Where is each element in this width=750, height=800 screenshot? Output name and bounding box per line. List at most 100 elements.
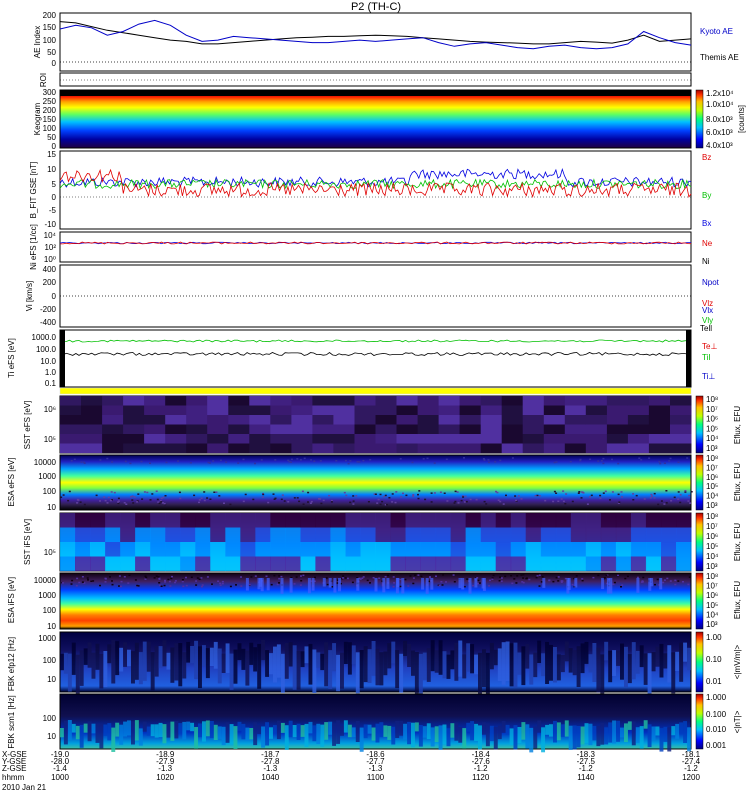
fbke-cb-label: <|mV/m|> bbox=[733, 644, 742, 679]
legend-tiperp: Ti⊥ bbox=[702, 372, 715, 381]
sste-ytick-0: 10⁶ bbox=[44, 405, 56, 414]
keo-cb-tick-2: 8.0x10³ bbox=[706, 115, 733, 124]
eflux-colorbars: 10⁸10⁷10⁶10⁵10⁴10³10⁸10⁷10⁶10⁵10⁴10³10⁸1… bbox=[695, 395, 742, 630]
fbkb-cb-0: 1.000 bbox=[706, 693, 727, 702]
eflux-tick-0-3: 10⁵ bbox=[706, 424, 718, 433]
ti-ytick-1: 100.0 bbox=[36, 345, 57, 354]
keo-cb-tick-4: 4.0x10³ bbox=[706, 141, 733, 150]
footer-date: 2010 Jan 21 bbox=[2, 783, 47, 792]
esai-ytick-1: 1000 bbox=[38, 591, 56, 600]
keo-cb-label: [counts] bbox=[737, 105, 746, 133]
roi-ylabel: ROI bbox=[39, 73, 48, 87]
fbke-ytick-0: 1000 bbox=[38, 634, 56, 643]
ae-ytick-150: 150 bbox=[43, 23, 57, 32]
esai-ytick-3: 10 bbox=[47, 622, 56, 631]
panel-bfield: 15 10 5 0 -5 -10 B_FIT GSE [nT] Bz By Bx bbox=[29, 150, 711, 230]
panel-fbk-efp12: 1000 100 10 FBK efp12 [Hz] 1.00 0.10 0.0… bbox=[7, 631, 742, 699]
panel-esa-efs: 10000 1000 100 10 ESA eFS [eV] bbox=[7, 454, 693, 512]
esae-ytick-3: 10 bbox=[47, 503, 56, 512]
eflux-tick-3-5: 10³ bbox=[706, 620, 718, 629]
eflux-tick-0-4: 10⁴ bbox=[706, 434, 719, 443]
panel-fbk-scm1: 100 10 FBK scm1 [Hz] 1.000 0.100 0.010 0… bbox=[7, 693, 742, 753]
ssti-ylabel: SST iFS [eV] bbox=[23, 519, 32, 565]
eflux-tick-1-2: 10⁶ bbox=[706, 473, 718, 482]
ae-ytick-200: 200 bbox=[43, 11, 57, 20]
keo-cb-tick-0: 1.2x10⁴ bbox=[706, 89, 734, 98]
fbkb-ytick-1: 10 bbox=[47, 732, 56, 741]
b-ytick-15: 15 bbox=[47, 150, 56, 159]
figure: P2 (TH-C) 200 150 100 50 0 AE Index Kyot… bbox=[2, 1, 746, 792]
footer-row-z: Z-GSE bbox=[2, 764, 26, 773]
footer-z-5: -1.2 bbox=[579, 764, 593, 773]
eflux-tick-1-3: 10⁵ bbox=[706, 482, 718, 491]
footer-t-2: 1040 bbox=[261, 773, 279, 782]
fbke-ytick-1: 100 bbox=[43, 656, 57, 665]
footer: X-GSE Y-GSE Z-GSE hhmm 2010 Jan 21 -19.0… bbox=[2, 750, 701, 792]
eflux-tick-3-2: 10⁶ bbox=[706, 591, 718, 600]
figure-title: P2 (TH-C) bbox=[351, 1, 401, 13]
footer-t-1: 1020 bbox=[156, 773, 174, 782]
sste-ytick-1: 10⁵ bbox=[44, 435, 56, 444]
ti-ytick-4: 0.1 bbox=[45, 379, 57, 388]
b-ylabel: B_FIT GSE [nT] bbox=[29, 162, 38, 219]
legend-teperp: Te⊥ bbox=[702, 342, 717, 351]
vi-ytick-400: 400 bbox=[43, 265, 57, 274]
ae-ytick-50: 50 bbox=[47, 48, 56, 57]
esae-ytick-0: 10000 bbox=[34, 458, 57, 467]
eflux-tick-2-4: 10⁴ bbox=[706, 552, 719, 561]
ni-ylabel: Ni eFS [1/cc] bbox=[29, 224, 38, 270]
eflux-tick-1-0: 10⁸ bbox=[706, 454, 718, 463]
legend-bz: Bz bbox=[702, 153, 711, 162]
vi-ylabel: Vi [km/s] bbox=[25, 281, 34, 312]
keo-ytick-100: 100 bbox=[43, 124, 57, 133]
keo-ytick-150: 150 bbox=[43, 115, 57, 124]
keogram-ylabel: Keogram bbox=[33, 102, 42, 135]
b-ytick-m5: -5 bbox=[49, 206, 57, 215]
esai-ytick-2: 100 bbox=[43, 606, 57, 615]
keo-cb-tick-1: 1.0x10⁴ bbox=[706, 100, 734, 109]
panel-velocity: 400 200 0 -200 -400 Vi [km/s] Vlz Vly Vl… bbox=[25, 264, 713, 328]
footer-t-0: 1000 bbox=[51, 773, 69, 782]
b-ytick-m10: -10 bbox=[44, 220, 56, 229]
keo-cb-tick-3: 6.0x10³ bbox=[706, 128, 733, 137]
vi-ytick-0: 0 bbox=[52, 292, 57, 301]
ti-ytick-0: 1000.0 bbox=[32, 333, 57, 342]
esai-ytick-0: 10000 bbox=[34, 576, 57, 585]
panel-sst-ifs: 10⁵ SST iFS [eV] bbox=[23, 512, 692, 572]
fbkb-cb-3: 0.001 bbox=[706, 741, 727, 750]
fbke-cb-0: 1.00 bbox=[706, 633, 722, 642]
legend-vlx: Vlx bbox=[702, 306, 713, 315]
b-ytick-10: 10 bbox=[47, 165, 56, 174]
keo-ytick-50: 50 bbox=[47, 133, 56, 142]
legend-ni: Ni bbox=[702, 257, 710, 266]
legend-by: By bbox=[702, 191, 711, 200]
esae-ylabel: ESA eFS [eV] bbox=[7, 458, 16, 507]
legend-npot: Npot bbox=[702, 278, 720, 287]
eflux-tick-2-2: 10⁶ bbox=[706, 532, 718, 541]
sste-ylabel: SST eFS [eV] bbox=[23, 401, 32, 450]
ni-ytick-2: 10⁰ bbox=[44, 255, 56, 264]
eflux-tick-2-3: 10⁵ bbox=[706, 542, 718, 551]
ti-ytick-2: 10.0 bbox=[40, 357, 56, 366]
eflux-tick-0-2: 10⁶ bbox=[706, 415, 718, 424]
fbke-ylabel: FBK efp12 [Hz] bbox=[7, 637, 16, 691]
legend-kyoto-ae: Kyoto AE bbox=[700, 27, 733, 36]
eflux-tick-2-1: 10⁷ bbox=[706, 522, 718, 531]
footer-row-t: hhmm bbox=[2, 773, 25, 782]
eflux-label-1: Eflux, EFU bbox=[733, 406, 742, 444]
eflux-tick-3-4: 10⁴ bbox=[706, 610, 719, 619]
fbke-ytick-2: 10 bbox=[47, 675, 56, 684]
footer-z-4: -1.2 bbox=[474, 764, 488, 773]
keo-ytick-300: 300 bbox=[43, 88, 57, 97]
eflux-tick-1-1: 10⁷ bbox=[706, 463, 718, 472]
panel-ae: 200 150 100 50 0 AE Index Kyoto AE Themi… bbox=[33, 11, 739, 72]
eflux-tick-1-4: 10⁴ bbox=[706, 492, 719, 501]
panel-temperature: 1000.0 100.0 10.0 1.0 0.1 Ti eFS [eV] Te… bbox=[7, 324, 717, 388]
esae-ytick-2: 100 bbox=[43, 487, 57, 496]
eflux-tick-0-5: 10³ bbox=[706, 444, 718, 453]
footer-z-3: -1.3 bbox=[369, 764, 383, 773]
ti-ylabel: Ti eFS [eV] bbox=[7, 338, 16, 378]
ti-ytick-3: 1.0 bbox=[45, 368, 57, 377]
vi-ytick-m400: -400 bbox=[40, 318, 57, 327]
eflux-label-4: Eflux, EFU bbox=[733, 581, 742, 619]
